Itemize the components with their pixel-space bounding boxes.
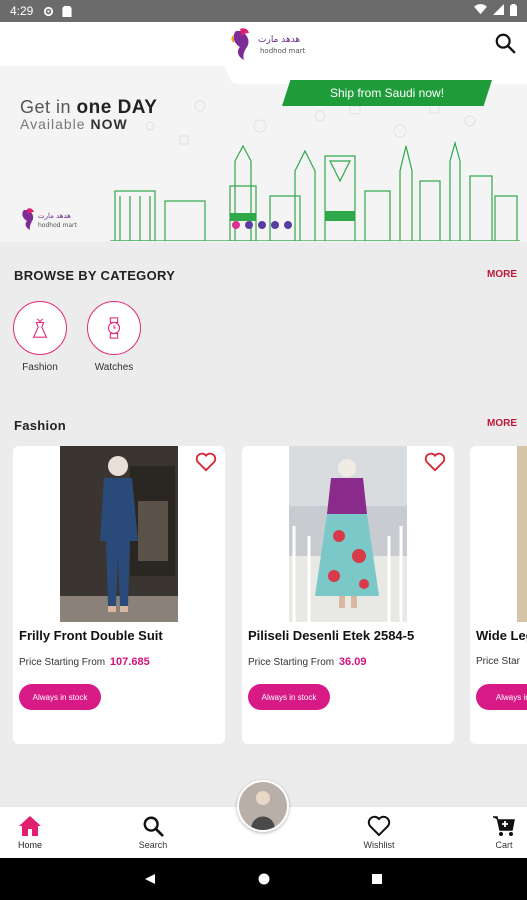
product-image [289, 446, 407, 622]
always-in-stock-button[interactable]: Always in stock [19, 684, 101, 710]
pagination-dot[interactable] [245, 221, 253, 229]
back-icon[interactable] [145, 874, 155, 884]
recents-icon[interactable] [372, 874, 382, 884]
pagination-dot[interactable] [271, 221, 279, 229]
nav-label: Search [138, 840, 168, 850]
wifi-icon [474, 4, 487, 18]
search-icon [495, 33, 516, 54]
signal-icon [493, 4, 504, 18]
nav-label: Wishlist [363, 840, 395, 850]
home-circle-icon[interactable] [258, 873, 270, 885]
battery-icon [510, 3, 517, 19]
pagination-dot[interactable] [258, 221, 266, 229]
svg-text:هدهد مارت: هدهد مارت [38, 212, 71, 220]
home-icon [19, 816, 41, 836]
center-avatar-button[interactable] [237, 780, 289, 832]
status-bar: 4:29 [0, 0, 527, 22]
heart-icon [367, 815, 391, 837]
promo-banner[interactable]: Get in one DAY Available NOW Ship from S… [0, 66, 527, 242]
browse-more-link[interactable]: MORE [487, 269, 517, 280]
svg-text:هدهد مارت: هدهد مارت [258, 35, 300, 45]
category-fashion[interactable]: Fashion [13, 301, 67, 373]
nav-search[interactable]: Search [123, 815, 183, 850]
product-image [60, 446, 178, 622]
cart-icon [493, 816, 515, 836]
avatar [239, 782, 287, 830]
always-in-stock-button[interactable]: Always in stock [248, 684, 330, 710]
product-name[interactable]: Frilly Front Double Suit [19, 628, 163, 643]
wishlist-heart-icon[interactable] [424, 452, 446, 472]
svg-text:hodhod mart: hodhod mart [38, 222, 77, 229]
category-label: Fashion [22, 362, 58, 373]
product-card[interactable]: Piliseli Desenli Etek 2584-5 Price Start… [242, 446, 454, 744]
search-icon [143, 816, 164, 837]
status-time: 4:29 [10, 4, 34, 18]
pagination-dot[interactable] [284, 221, 292, 229]
banner-pagination [232, 221, 292, 229]
pagination-dot[interactable] [232, 221, 240, 229]
banner-subline: Available NOW [20, 116, 128, 132]
category-label: Watches [94, 362, 134, 373]
browse-category-title: BROWSE BY CATEGORY [14, 268, 176, 283]
watch-icon [107, 317, 121, 339]
hodhod-mart-logo[interactable]: هدهد مارت hodhod mart [228, 25, 308, 63]
header-search-button[interactable] [494, 32, 518, 56]
category-watches[interactable]: Watches [87, 301, 141, 373]
product-card[interactable]: Wide Leg Price Star Always in st [470, 446, 527, 744]
city-skyline-illustration [110, 141, 520, 241]
settings-icon [43, 6, 54, 17]
product-price: Price Starting From 107.685 [19, 656, 150, 668]
fashion-section-title: Fashion [14, 418, 66, 433]
fashion-more-link[interactable]: MORE [487, 418, 517, 429]
dress-icon [32, 318, 48, 338]
product-image [517, 446, 527, 622]
product-price: Price Star [476, 656, 520, 667]
wishlist-heart-icon[interactable] [195, 452, 217, 472]
product-card[interactable]: Frilly Front Double Suit Price Starting … [13, 446, 225, 744]
product-name[interactable]: Wide Leg [476, 628, 527, 643]
nav-cart[interactable]: Cart [474, 815, 527, 850]
sd-card-icon [62, 5, 73, 17]
system-navigation-bar [0, 858, 527, 900]
nav-wishlist[interactable]: Wishlist [349, 815, 409, 850]
product-price: Price Starting From 36.09 [248, 656, 367, 668]
app-screen: 4:29 هدهد مارت hodhod mart Get in one DA… [0, 0, 527, 900]
app-header: هدهد مارت hodhod mart [0, 22, 527, 66]
ship-from-saudi-tag: Ship from Saudi now! [282, 80, 492, 106]
product-name[interactable]: Piliseli Desenli Etek 2584-5 [248, 628, 414, 643]
nav-home[interactable]: Home [0, 815, 60, 850]
always-in-stock-button[interactable]: Always in st [476, 684, 527, 710]
nav-label: Cart [495, 840, 513, 850]
banner-logo: هدهد مارت hodhod mart [18, 206, 98, 232]
nav-label: Home [17, 840, 42, 850]
svg-text:hodhod mart: hodhod mart [260, 47, 306, 55]
